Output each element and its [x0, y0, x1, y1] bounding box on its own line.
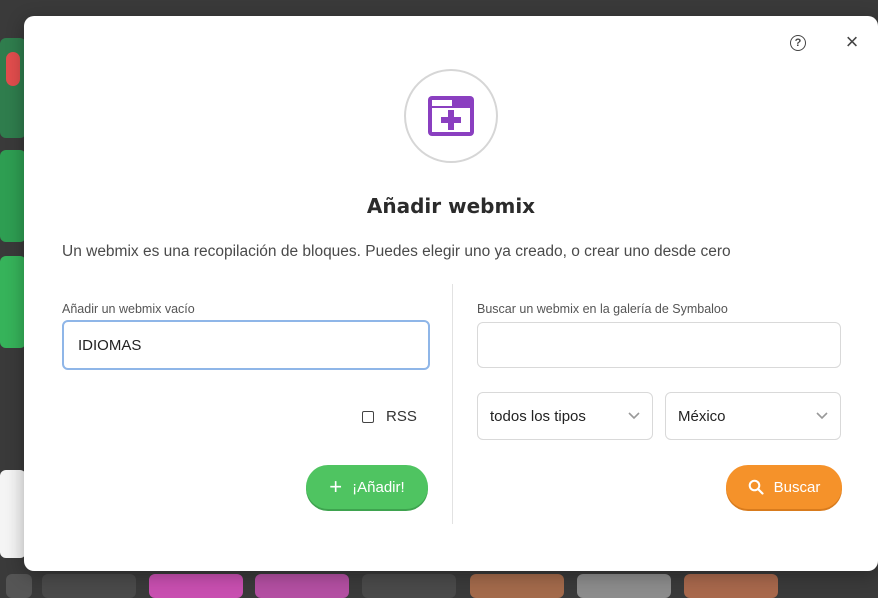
background-tile — [0, 150, 26, 242]
background-tile — [0, 470, 26, 558]
background-tile — [6, 574, 32, 598]
background-tile — [0, 256, 26, 348]
search-icon — [748, 479, 764, 495]
chevron-down-icon — [628, 412, 640, 420]
background-tile — [255, 574, 349, 598]
type-select-value: todos los tipos — [490, 407, 586, 425]
column-divider — [452, 284, 453, 524]
country-select[interactable]: México — [665, 392, 841, 440]
rss-toggle[interactable]: RSS — [362, 408, 417, 425]
rss-checkbox[interactable] — [362, 410, 374, 423]
hero-icon-circle — [404, 69, 498, 163]
background-tile — [42, 574, 136, 598]
background-tile — [0, 38, 26, 138]
help-icon[interactable]: ? — [790, 35, 806, 51]
background-tile — [577, 574, 671, 598]
add-webmix-icon — [428, 96, 474, 136]
close-icon[interactable]: × — [842, 31, 862, 53]
add-button-label: ¡Añadir! — [352, 478, 405, 496]
dialog-title: Añadir webmix — [366, 194, 536, 218]
add-button[interactable]: + ¡Añadir! — [306, 465, 428, 509]
rss-label: RSS — [386, 408, 417, 425]
type-select[interactable]: todos los tipos — [477, 392, 653, 440]
empty-webmix-label: Añadir un webmix vacío — [62, 302, 195, 316]
top-bar — [0, 0, 878, 16]
background-tile — [470, 574, 564, 598]
search-button-label: Buscar — [773, 478, 821, 496]
background-tile — [149, 574, 243, 598]
background-tile — [362, 574, 456, 598]
search-button[interactable]: Buscar — [726, 465, 842, 509]
dialog-description: Un webmix es una recopilación de bloques… — [62, 243, 731, 260]
webmix-name-input[interactable] — [62, 320, 430, 370]
plus-icon: + — [329, 474, 343, 499]
add-webmix-dialog: ? × Añadir webmix Un webmix es una recop… — [24, 16, 878, 571]
country-select-value: México — [678, 407, 726, 425]
gallery-search-label: Buscar un webmix en la galería de Symbal… — [477, 302, 728, 316]
gallery-search-input[interactable] — [477, 322, 841, 368]
chevron-down-icon — [816, 412, 828, 420]
background-tile — [684, 574, 778, 598]
